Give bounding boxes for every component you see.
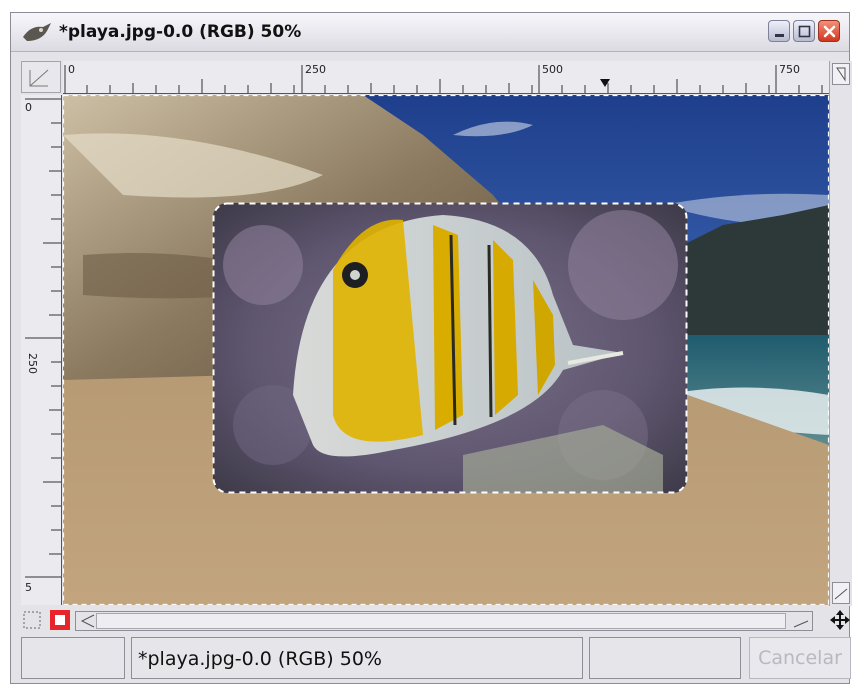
quick-mask-toggle-icon[interactable]	[49, 609, 71, 631]
vruler-label-5: 5	[25, 581, 32, 594]
arrow-left-icon[interactable]	[78, 613, 96, 629]
scroll-up-button[interactable]	[832, 63, 850, 85]
status-image-label: *playa.jpg-0.0 (RGB) 50%	[138, 648, 382, 670]
hruler-label-500: 500	[542, 63, 563, 76]
minimize-icon	[775, 34, 784, 37]
pointer-coordinates-field	[21, 637, 125, 679]
maximize-button[interactable]	[793, 20, 815, 42]
window-title: *playa.jpg-0.0 (RGB) 50%	[59, 22, 302, 42]
close-button[interactable]	[818, 20, 840, 42]
scroll-down-button[interactable]	[832, 582, 850, 604]
arrow-down-icon	[834, 588, 848, 600]
maximize-icon	[798, 25, 811, 38]
image-canvas[interactable]	[63, 95, 829, 605]
menu-triangle-icon	[29, 69, 49, 87]
horizontal-ruler-ticks	[64, 65, 823, 93]
navigate-icon[interactable]	[829, 609, 851, 631]
horizontal-scrollbar[interactable]	[75, 611, 813, 631]
ruler-corner-menu-button[interactable]	[21, 61, 61, 93]
arrow-right-icon[interactable]	[792, 613, 810, 629]
cancel-button[interactable]: Cancelar	[749, 637, 851, 679]
horizontal-ruler[interactable]: 0 250 500 750	[63, 61, 829, 94]
quick-mask-icon[interactable]	[21, 609, 43, 631]
vertical-ruler[interactable]: 0 250 5	[21, 95, 62, 605]
progress-field	[589, 637, 741, 679]
vertical-scrollbar[interactable]	[829, 61, 852, 606]
title-bar[interactable]: *playa.jpg-0.0 (RGB) 50%	[11, 13, 849, 52]
vruler-label-250: 250	[26, 353, 39, 374]
canvas-bottom-bar	[21, 607, 851, 633]
hruler-label-0: 0	[68, 63, 75, 76]
arrow-up-icon	[836, 67, 846, 82]
vruler-label-0: 0	[25, 101, 32, 114]
wilber-icon	[23, 23, 51, 41]
status-bar: *playa.jpg-0.0 (RGB) 50% Cancelar	[21, 637, 851, 681]
canvas-image	[63, 95, 829, 605]
image-window: *playa.jpg-0.0 (RGB) 50% 0 250 500 750 0…	[10, 12, 852, 684]
close-icon	[823, 25, 836, 38]
hruler-label-750: 750	[779, 63, 800, 76]
minimize-button[interactable]	[768, 20, 790, 42]
horizontal-scroll-thumb[interactable]	[96, 613, 786, 629]
hruler-label-250: 250	[305, 63, 326, 76]
vertical-ruler-ticks	[25, 98, 61, 578]
status-message-field: *playa.jpg-0.0 (RGB) 50%	[131, 637, 583, 679]
